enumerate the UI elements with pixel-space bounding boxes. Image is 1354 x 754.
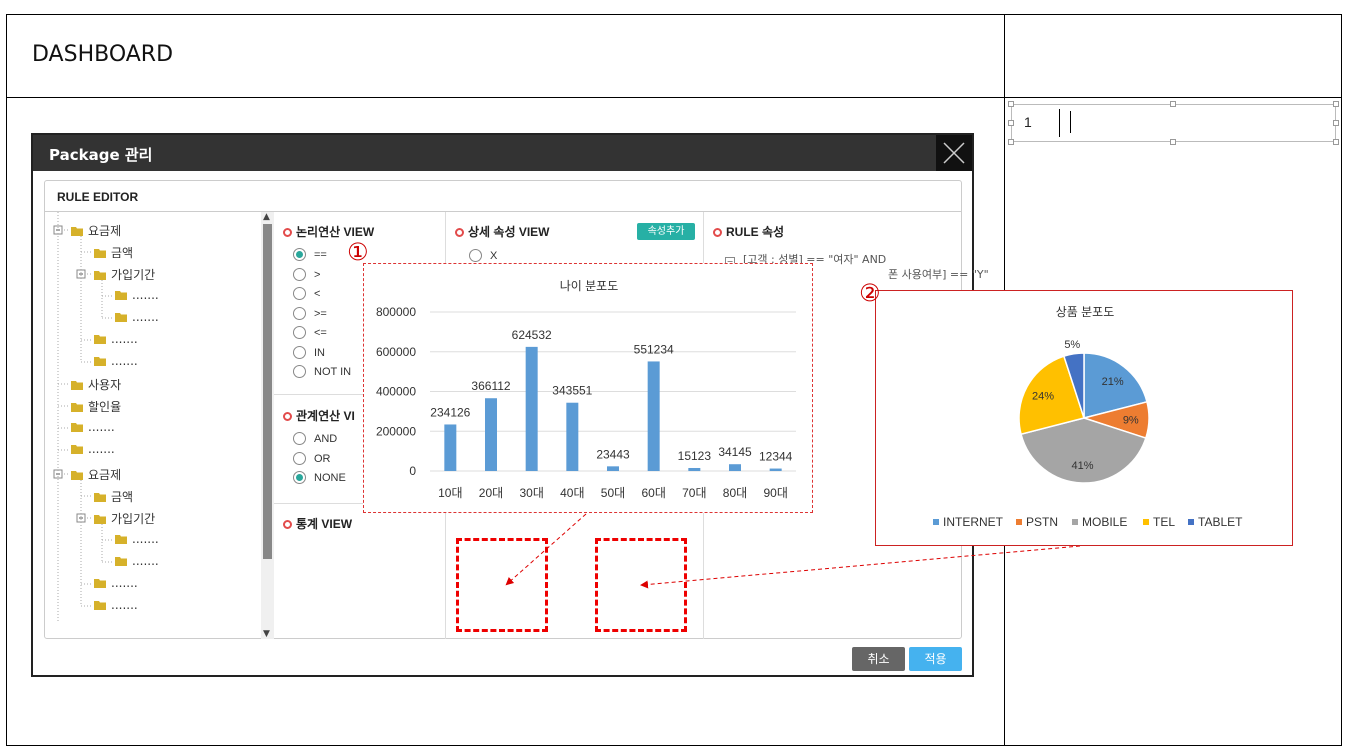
bar: [607, 466, 619, 471]
bar: [566, 402, 579, 471]
legend-label: PSTN: [1026, 515, 1058, 529]
arrow-to-drop-zone-2: [640, 545, 1081, 589]
x-tick-label: 20대: [479, 486, 503, 500]
bar: [444, 424, 457, 471]
data-label: 343551: [552, 384, 592, 398]
legend-label: TEL: [1153, 515, 1175, 529]
y-tick-label: 600000: [376, 345, 416, 359]
legend-swatch: [1188, 519, 1194, 525]
slice-label: 5%: [1064, 339, 1080, 351]
product-distribution-chart[interactable]: 상품 분포도 21% 9% 41% 24% 5% INTERNET PSTN MOBILE TEL…: [875, 290, 1293, 546]
x-tick-label: 40대: [560, 486, 584, 500]
x-tick-label: 70대: [682, 486, 706, 500]
data-label: 15123: [678, 449, 712, 463]
y-tick-label: 0: [409, 464, 416, 478]
y-tick-label: 800000: [376, 305, 416, 319]
bar: [688, 467, 701, 471]
bar-chart-svg: 나이 분포도 0 200000 400000 600000 800000 234126 10대…: [376, 279, 796, 500]
slice-label: 21%: [1102, 376, 1124, 388]
legend-swatch: [1072, 519, 1078, 525]
pie-chart-svg: 상품 분포도 21% 9% 41% 24% 5% INTERNET PSTN MOBILE TEL…: [933, 305, 1243, 529]
chart-title: 상품 분포도: [1056, 305, 1115, 319]
legend-swatch: [933, 519, 939, 525]
x-tick-label: 80대: [723, 486, 747, 500]
x-tick-label: 10대: [438, 486, 462, 500]
age-distribution-chart[interactable]: 나이 분포도 0 200000 400000 600000 800000 234126 10대…: [363, 263, 813, 513]
x-tick-label: 30대: [519, 486, 543, 500]
data-label: 23443: [596, 447, 630, 461]
bar: [647, 361, 660, 471]
bar: [729, 464, 741, 471]
data-label: 34145: [718, 445, 752, 459]
chart-title: 나이 분포도: [560, 279, 619, 293]
bar: [769, 468, 782, 471]
data-label: 366112: [471, 379, 510, 393]
data-label: 551234: [634, 342, 674, 356]
marker-two: ②: [859, 279, 881, 307]
slice-label: 41%: [1072, 460, 1094, 472]
x-tick-label: 90대: [763, 486, 787, 500]
legend-label: INTERNET: [943, 515, 1004, 529]
slice-label: 24%: [1032, 390, 1054, 402]
bar: [525, 346, 538, 471]
y-tick-label: 200000: [376, 424, 416, 438]
x-tick-label: 60대: [641, 486, 665, 500]
data-label: 624532: [512, 328, 552, 342]
arrow-to-drop-zone-1: [505, 513, 587, 586]
slice-label: 9%: [1123, 414, 1139, 426]
legend-label: MOBILE: [1082, 515, 1127, 529]
data-label: 234126: [430, 405, 470, 419]
y-tick-label: 400000: [376, 385, 416, 399]
marker-one: ①: [347, 238, 369, 266]
legend-swatch: [1016, 519, 1022, 525]
data-label: 12344: [759, 450, 793, 464]
legend-label: TABLET: [1198, 515, 1243, 529]
legend-swatch: [1143, 519, 1149, 525]
bar: [485, 398, 497, 471]
x-tick-label: 50대: [601, 486, 625, 500]
